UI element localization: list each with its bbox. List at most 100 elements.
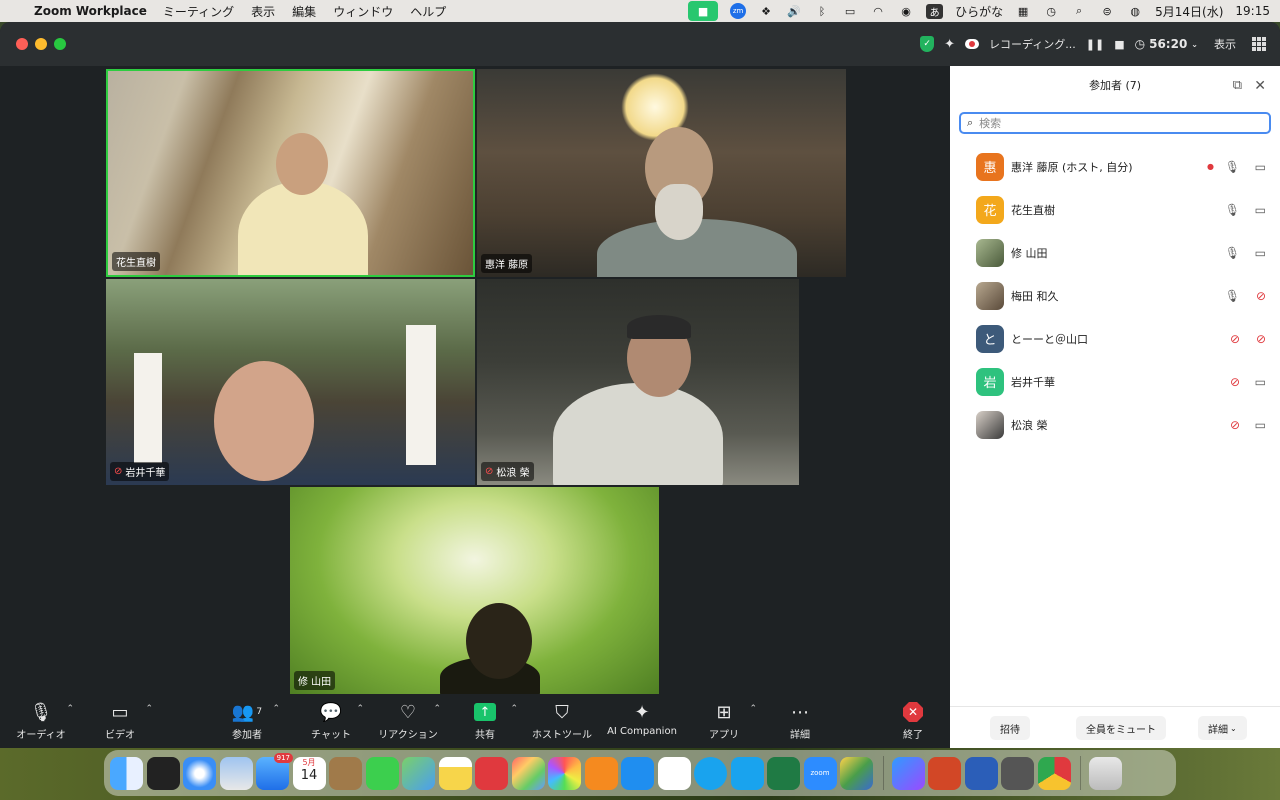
meeting-timer[interactable]: ◷ 56:20 ⌄ <box>1135 37 1198 51</box>
participant-row[interactable]: 梅田 和久 🎙 ⊘ <box>950 274 1280 317</box>
video-tile[interactable]: 修 山田 <box>290 487 659 694</box>
photos-icon[interactable] <box>548 756 581 790</box>
close-window-button[interactable] <box>16 38 28 50</box>
reminders-icon[interactable] <box>657 756 691 790</box>
video-tile[interactable]: ⊘ 岩井千華 <box>106 279 475 485</box>
close-icon[interactable]: ✕ <box>1254 66 1266 106</box>
audio-options-caret-icon[interactable]: ⌃ <box>66 704 74 714</box>
maps-icon[interactable] <box>402 756 435 790</box>
safari-icon[interactable] <box>183 756 216 790</box>
launchpad-icon[interactable] <box>511 756 545 790</box>
word-icon[interactable] <box>964 756 998 790</box>
video-camera-icon[interactable]: ▭ <box>1255 375 1266 389</box>
microphone-muted-icon[interactable]: ⊘ <box>1230 418 1240 432</box>
participant-row[interactable]: 修 山田 🎙 ▭ <box>950 231 1280 274</box>
video-options-caret-icon[interactable]: ⌃ <box>145 704 153 714</box>
menubar-time[interactable]: 19:15 <box>1235 4 1270 18</box>
audio-button[interactable]: 🎙 ⌃ オーディオ <box>0 698 86 742</box>
input-method-icon[interactable]: あ <box>926 3 944 19</box>
menu-edit[interactable]: 編集 <box>292 3 316 20</box>
siri-icon[interactable]: ◍ <box>1127 4 1143 18</box>
wifi-icon[interactable]: ◠ <box>870 4 886 18</box>
mute-all-button[interactable]: 全員をミュート <box>1076 716 1166 740</box>
bluetooth-icon[interactable]: ᛒ <box>814 4 830 18</box>
ai-companion-button[interactable]: ✦ AI Companion <box>597 698 687 738</box>
fullscreen-window-button[interactable] <box>54 38 66 50</box>
ai-companion-sparkle-icon[interactable]: ✦ <box>944 37 955 52</box>
pop-out-icon[interactable]: ⧉ <box>1233 66 1242 106</box>
participants-button[interactable]: 👥 7 ⌃ 参加者 <box>202 698 292 742</box>
zoom-app-icon[interactable]: zoom <box>803 756 837 790</box>
panel-more-button[interactable]: 詳細 ⌄ <box>1198 716 1247 740</box>
notes-icon[interactable] <box>438 756 472 790</box>
video-off-icon[interactable]: ⊘ <box>1256 289 1266 303</box>
battery-icon[interactable]: ▭ <box>842 4 858 18</box>
more-button[interactable]: ⋯ 詳細 <box>755 698 845 742</box>
video-camera-icon[interactable]: ▭ <box>1255 246 1266 260</box>
finder-icon[interactable] <box>110 756 143 790</box>
menu-help[interactable]: ヘルプ <box>410 3 446 20</box>
participants-options-caret-icon[interactable]: ⌃ <box>272 704 280 714</box>
menu-meeting[interactable]: ミーティング <box>163 3 234 20</box>
books-icon[interactable] <box>584 756 618 790</box>
microphone-muted-icon[interactable]: ⊘ <box>1230 375 1240 389</box>
participant-row[interactable]: と とーーと＠山口 ⊘ ⊘ <box>950 317 1280 360</box>
trash-icon[interactable] <box>1089 756 1122 790</box>
chrome-icon[interactable] <box>1037 756 1071 790</box>
video-tile[interactable]: 花生直樹 <box>106 69 475 277</box>
google-drive-icon[interactable] <box>840 756 873 790</box>
microphone-icon[interactable]: 🎙 <box>1225 160 1240 174</box>
video-camera-icon[interactable]: ▭ <box>1255 418 1266 432</box>
video-tile[interactable]: 惠洋 藤原 <box>477 69 846 277</box>
mail-icon[interactable]: 917 <box>256 752 293 790</box>
spotlight-icon[interactable]: ⌕ <box>1071 4 1087 18</box>
microphone-icon[interactable]: 🎙 <box>1225 246 1240 260</box>
encryption-shield-icon[interactable]: ✓ <box>920 36 935 52</box>
volume-icon[interactable]: 🔊 <box>786 4 802 18</box>
menu-view[interactable]: 表示 <box>251 3 275 20</box>
powerpoint-icon[interactable] <box>928 756 961 790</box>
stop-recording-icon[interactable]: ■ <box>1114 38 1124 51</box>
user-icon[interactable]: ◉ <box>898 4 914 18</box>
preview-icon[interactable] <box>219 756 253 790</box>
calendar-icon[interactable]: 5月 14 <box>292 756 326 790</box>
keyboard-icon[interactable]: ▦ <box>1015 4 1031 18</box>
participant-row[interactable]: 松浪 榮 ⊘ ▭ <box>950 403 1280 446</box>
app-store-icon[interactable] <box>621 756 654 790</box>
time-machine-icon[interactable]: ◷ <box>1043 4 1059 18</box>
minimize-window-button[interactable] <box>35 38 47 50</box>
participant-search-input[interactable]: ⌕ 検索 <box>959 112 1271 134</box>
participant-row[interactable]: 岩 岩井千華 ⊘ ▭ <box>950 360 1280 403</box>
zoom-menubar-icon[interactable]: zm <box>730 3 747 19</box>
zoom-status-camera-icon[interactable]: ■ <box>688 1 719 21</box>
video-camera-icon[interactable]: ▭ <box>1255 160 1266 174</box>
video-camera-icon[interactable]: ▭ <box>1255 203 1266 217</box>
participant-row[interactable]: 花 花生直樹 🎙 ▭ <box>950 188 1280 231</box>
skype-icon[interactable] <box>694 756 727 790</box>
video-button[interactable]: ▭ ⌃ ビデオ <box>75 698 165 742</box>
photo-booth-icon[interactable] <box>475 756 508 790</box>
printer-icon[interactable] <box>1001 756 1034 790</box>
menu-window[interactable]: ウィンドウ <box>333 3 393 20</box>
microphone-icon[interactable]: 🎙 <box>1225 289 1240 303</box>
contacts-icon[interactable] <box>329 756 362 790</box>
menubar-date[interactable]: 5月14日(水) <box>1155 3 1223 20</box>
video-tile[interactable]: ⊘ 松浪 榮 <box>477 279 799 485</box>
mission-control-icon[interactable] <box>146 756 180 790</box>
messages-icon[interactable] <box>365 756 399 790</box>
skype-alt-icon[interactable] <box>730 756 764 790</box>
gallery-grid-icon[interactable] <box>1252 37 1266 51</box>
video-off-icon[interactable]: ⊘ <box>1256 332 1266 346</box>
dropbox-icon[interactable]: ❖ <box>758 4 774 18</box>
input-method-label[interactable]: ひらがな <box>955 3 1003 20</box>
invite-button[interactable]: 招待 <box>990 716 1030 740</box>
pause-recording-icon[interactable]: ❚❚ <box>1086 38 1104 51</box>
control-center-icon[interactable]: ⊜ <box>1099 4 1115 18</box>
app-menu[interactable]: Zoom Workplace <box>34 4 147 18</box>
excel-icon[interactable] <box>767 756 800 790</box>
participant-row[interactable]: 惠 惠洋 藤原 (ホスト, 自分) ● 🎙 ▭ <box>950 145 1280 188</box>
microphone-muted-icon[interactable]: ⊘ <box>1230 332 1240 346</box>
end-meeting-button[interactable]: ✕ 終了 <box>868 698 958 741</box>
microphone-icon[interactable]: 🎙 <box>1225 203 1240 217</box>
messenger-icon[interactable] <box>891 756 925 790</box>
